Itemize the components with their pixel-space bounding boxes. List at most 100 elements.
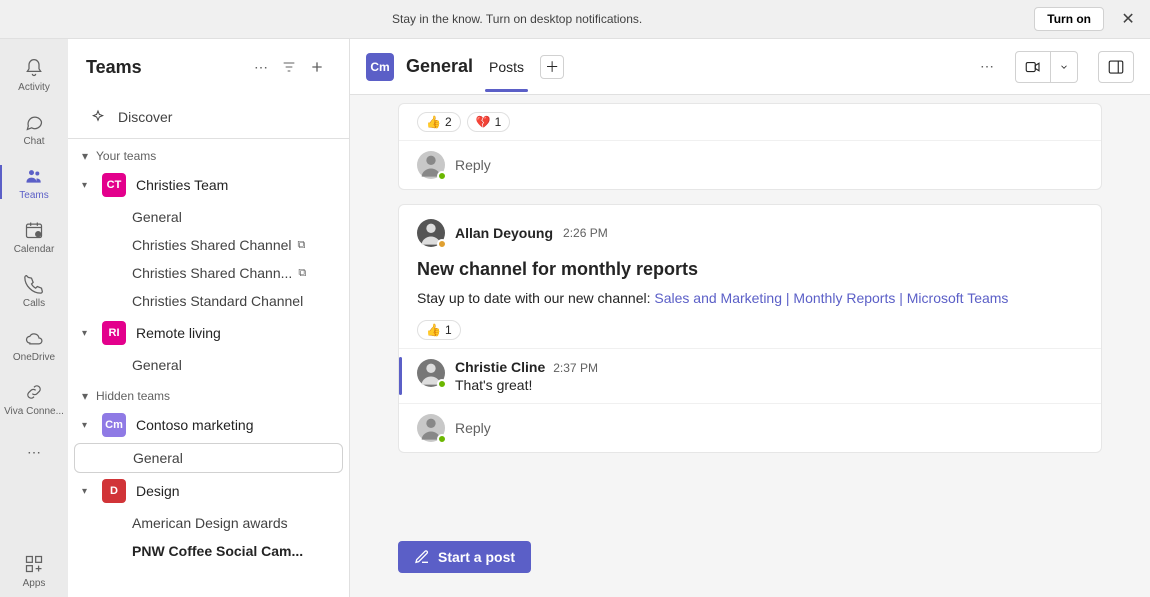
channel-row-selected[interactable]: General	[74, 443, 343, 473]
reaction-row: 👍2 💔1	[399, 104, 1101, 140]
reaction-chip[interactable]: 👍2	[417, 112, 461, 132]
thumbs-up-icon: 👍	[426, 115, 441, 129]
thumbs-up-icon: 👍	[426, 323, 441, 337]
rail-calendar[interactable]: Calendar	[0, 209, 68, 263]
rail-label: Activity	[18, 82, 50, 93]
apps-icon	[22, 552, 46, 576]
reply-row[interactable]: Reply	[399, 403, 1101, 452]
more-icon[interactable]: ⋯	[247, 53, 275, 81]
sidebar-title: Teams	[86, 57, 247, 78]
meet-dropdown[interactable]	[1051, 51, 1078, 83]
team-name: Remote living	[136, 325, 221, 341]
rail-label: Calendar	[14, 244, 55, 255]
channel-row[interactable]: PNW Coffee Social Cam...	[74, 537, 343, 565]
add-tab-button[interactable]: ＋	[540, 55, 564, 79]
rail-label: Chat	[23, 136, 44, 147]
rail-label: OneDrive	[13, 352, 55, 363]
link-icon	[22, 380, 46, 404]
channel-link[interactable]: Sales and Marketing | Monthly Reports | …	[654, 290, 1008, 306]
channel-row[interactable]: Christies Standard Channel	[74, 287, 343, 315]
team-row-remote[interactable]: ▾ RI Remote living	[68, 315, 349, 351]
message-card: 👍2 💔1 Reply	[398, 103, 1102, 190]
reply-label: Reply	[455, 420, 491, 436]
avatar	[417, 414, 445, 442]
filter-icon[interactable]	[275, 53, 303, 81]
channel-row[interactable]: General	[74, 203, 343, 231]
add-team-icon[interactable]	[303, 53, 331, 81]
sparkle-icon	[90, 109, 106, 125]
post-title: New channel for monthly reports	[417, 259, 1083, 280]
team-name: Design	[136, 483, 180, 499]
sidebar-discover[interactable]: Discover	[68, 95, 349, 139]
caret-down-icon: ▾	[82, 389, 88, 403]
reaction-chip[interactable]: 💔1	[467, 112, 511, 132]
channel-row[interactable]: American Design awards	[74, 509, 343, 537]
post-body: Stay up to date with our new channel: Sa…	[417, 290, 1083, 306]
rail-apps[interactable]: Apps	[0, 543, 68, 597]
rail-label: Viva Conne...	[4, 406, 64, 417]
chat-icon	[22, 110, 46, 134]
people-icon	[22, 164, 46, 188]
rail-calls[interactable]: Calls	[0, 263, 68, 317]
heart-icon: 💔	[476, 115, 491, 129]
team-name: Christies Team	[136, 177, 228, 193]
main-content: Cm General Posts ＋ ⋯ 👍2 💔1 Reply	[350, 39, 1150, 597]
message-card: Allan Deyoung 2:26 PM New channel for mo…	[398, 204, 1102, 453]
notification-bar: Stay in the know. Turn on desktop notifi…	[0, 0, 1150, 39]
reaction-chip[interactable]: 👍1	[417, 320, 461, 340]
app-rail: Activity Chat Teams Calendar Calls OneDr…	[0, 39, 68, 597]
rail-viva[interactable]: Viva Conne...	[0, 371, 68, 425]
more-icon[interactable]: ⋯	[971, 58, 1003, 75]
post-head: Allan Deyoung 2:26 PM	[417, 219, 1083, 247]
rail-more[interactable]: ⋯	[0, 425, 68, 479]
caret-down-icon: ▾	[82, 328, 92, 339]
tab-posts[interactable]: Posts	[485, 43, 528, 91]
channel-row[interactable]: Christies Shared Chann...⧉	[74, 259, 343, 287]
team-row-christies[interactable]: ▾ CT Christies Team	[68, 167, 349, 203]
team-avatar: Cm	[102, 413, 126, 437]
channel-row[interactable]: Christies Shared Channel⧉	[74, 231, 343, 259]
rail-label: Teams	[19, 190, 48, 201]
rail-chat[interactable]: Chat	[0, 101, 68, 155]
caret-down-icon: ▾	[82, 149, 88, 163]
rail-label: Apps	[23, 578, 46, 589]
rail-label: Calls	[23, 298, 45, 309]
more-icon: ⋯	[22, 440, 46, 464]
team-row-design[interactable]: ▾ D Design	[68, 473, 349, 509]
team-avatar: D	[102, 479, 126, 503]
calendar-icon	[22, 218, 46, 242]
reply-author[interactable]: Christie Cline	[455, 359, 545, 375]
rail-activity[interactable]: Activity	[0, 47, 68, 101]
post-author[interactable]: Allan Deyoung	[455, 225, 553, 241]
hidden-teams-label[interactable]: ▾ Hidden teams	[68, 379, 349, 407]
meet-button[interactable]	[1015, 51, 1051, 83]
open-panel-button[interactable]	[1098, 51, 1134, 83]
rail-onedrive[interactable]: OneDrive	[0, 317, 68, 371]
reply-text: That's great!	[455, 377, 598, 393]
compose-icon	[414, 549, 430, 565]
team-avatar: CT	[102, 173, 126, 197]
start-post-button[interactable]: Start a post	[398, 541, 531, 573]
phone-icon	[22, 272, 46, 296]
avatar	[417, 219, 445, 247]
caret-down-icon: ▾	[82, 180, 92, 191]
turn-on-button[interactable]: Turn on	[1034, 7, 1104, 31]
rail-teams[interactable]: Teams	[0, 155, 68, 209]
post-time: 2:26 PM	[563, 226, 608, 240]
message-feed[interactable]: 👍2 💔1 Reply Allan Deyoung 2:26 PM New ch…	[350, 95, 1150, 541]
close-icon[interactable]: ✕	[1112, 3, 1144, 35]
shared-icon: ⧉	[298, 267, 306, 280]
cloud-icon	[22, 326, 46, 350]
reply-label: Reply	[455, 157, 491, 173]
reply-time: 2:37 PM	[553, 361, 598, 375]
thread-reply: Christie Cline 2:37 PM That's great!	[399, 348, 1101, 403]
discover-label: Discover	[118, 109, 172, 125]
channel-avatar: Cm	[366, 53, 394, 81]
team-row-contoso[interactable]: ▾ Cm Contoso marketing	[68, 407, 349, 443]
team-name: Contoso marketing	[136, 417, 254, 433]
channel-row[interactable]: General	[74, 351, 343, 379]
reply-row[interactable]: Reply	[399, 140, 1101, 189]
team-avatar: RI	[102, 321, 126, 345]
your-teams-label[interactable]: ▾ Your teams	[68, 139, 349, 167]
sidebar-header: Teams ⋯	[68, 39, 349, 95]
